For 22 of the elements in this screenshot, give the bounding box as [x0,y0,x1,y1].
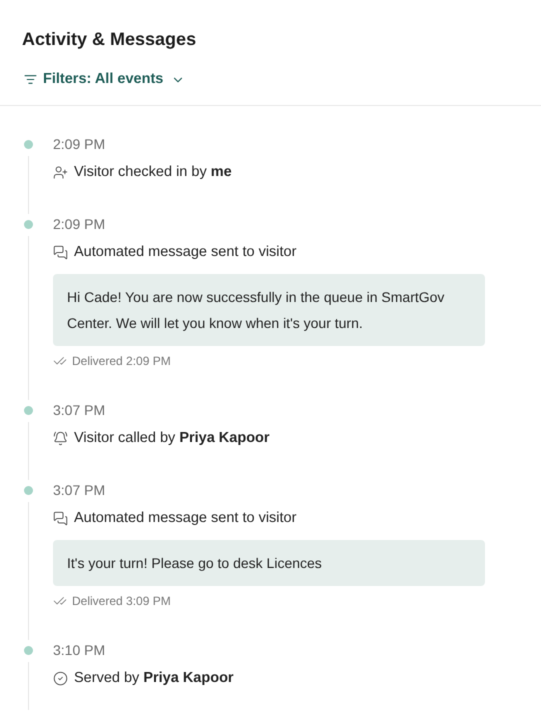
event-time: 2:09 PM [53,135,106,154]
event-time: 3:07 PM [53,481,106,500]
event-time: 2:09 PM [53,215,106,234]
event-time: 3:10 PM [53,641,106,660]
user-plus-icon [53,165,68,180]
event-description: Visitor checked in by me [74,162,232,182]
chat-bubbles-icon [53,245,68,260]
message-bubble: It's your turn! Please go to desk Licences [53,540,485,586]
filter-dropdown[interactable]: Filters: All events [22,69,186,91]
check-circle-icon [53,671,68,686]
message-bubble: Hi Cade! You are now successfully in the queue in SmartGov Center. We will let you know when it's your turn. [53,274,485,346]
page-title: Activity & Messages [22,28,198,51]
delivered-status: Delivered 3:09 PM [72,592,171,610]
event-description: Served by Priya Kapoor [74,668,234,688]
filter-icon [24,73,37,86]
chat-bubbles-icon [53,511,68,526]
event-description: Automated message sent to visitor [74,242,296,262]
event-description: Visitor called by Priya Kapoor [74,428,270,448]
event-time: 3:07 PM [53,401,106,420]
event-description: Automated message sent to visitor [74,508,296,528]
bell-icon [53,431,68,446]
delivered-status: Delivered 2:09 PM [72,352,171,370]
